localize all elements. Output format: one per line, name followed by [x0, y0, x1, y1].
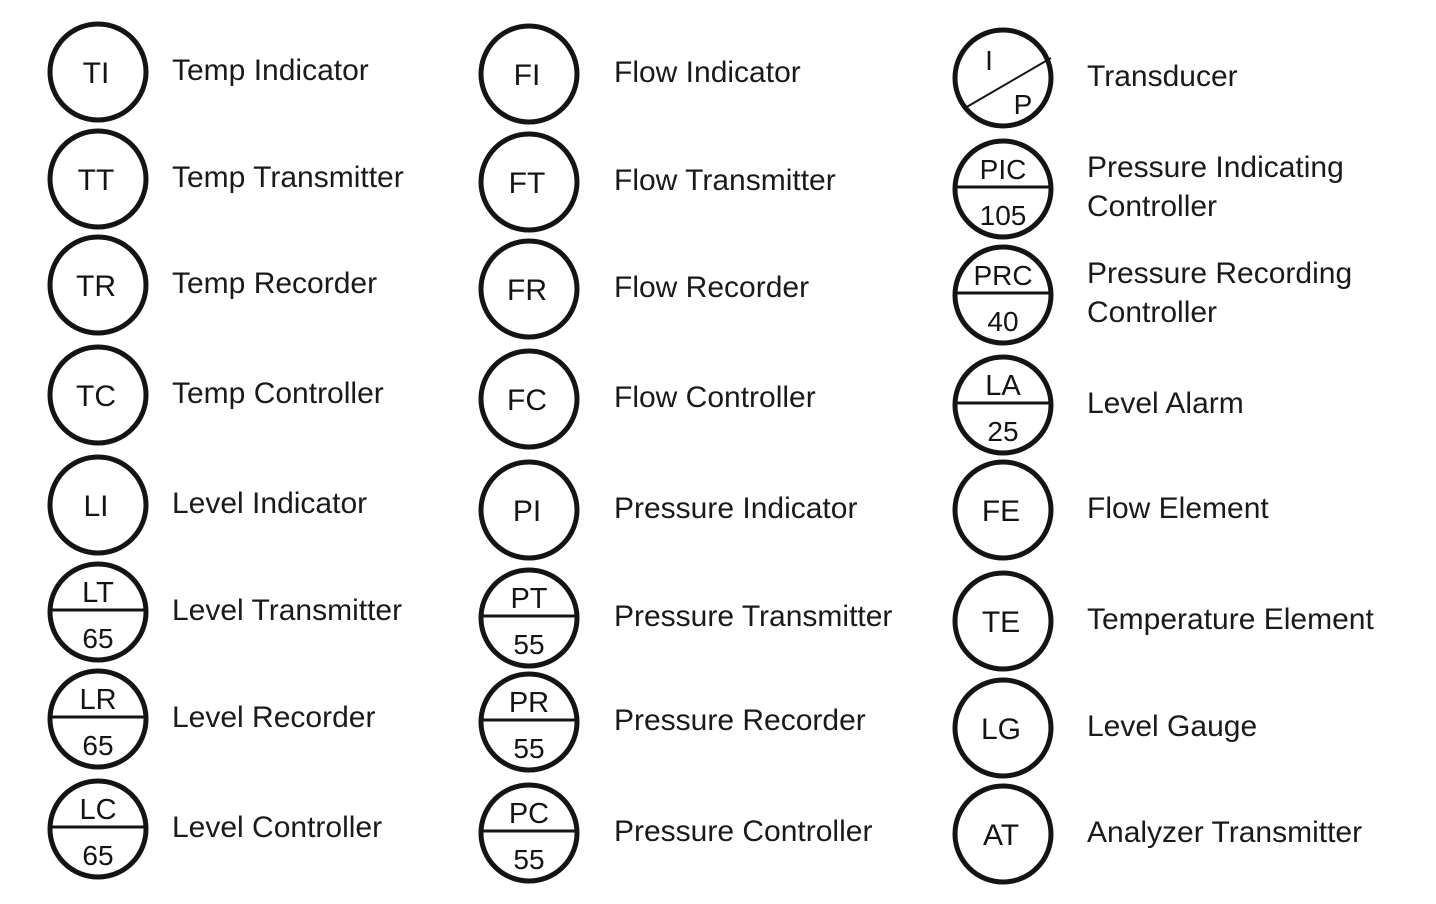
input-signal-label: I — [985, 45, 993, 76]
instrument-symbol-at: AT — [951, 782, 1055, 886]
output-signal-label: P — [1014, 89, 1033, 120]
instrument-symbol-fr: FR — [477, 237, 581, 341]
instrument-symbol-pic: PIC 105 — [951, 137, 1055, 241]
instrument-description: Temp Controller — [172, 376, 384, 410]
instrument-description: Flow Transmitter — [614, 163, 836, 197]
loop-number: 65 — [82, 840, 113, 871]
instrument-description: Analyzer Transmitter — [1087, 815, 1363, 849]
loop-number: 40 — [987, 306, 1018, 337]
instrument-description: Flow Indicator — [614, 55, 801, 89]
loop-number: 65 — [82, 623, 113, 654]
instrument-tag: PI — [513, 495, 541, 528]
instrument-tag: TC — [76, 380, 116, 413]
instrument-symbol-pr: PR 55 — [477, 670, 581, 774]
instrument-tag: PIC — [980, 154, 1027, 185]
instrument-symbol-lg: LG — [951, 676, 1055, 780]
loop-number: 65 — [82, 730, 113, 761]
instrument-description: Pressure Indicating Controller — [1087, 151, 1344, 223]
instrument-symbol-fi: FI — [477, 22, 581, 126]
instrument-description: Temp Recorder — [172, 266, 378, 300]
instrument-description: Level Alarm — [1087, 386, 1244, 420]
instrument-description: Pressure Indicator — [614, 491, 858, 525]
instrument-tag: PC — [509, 798, 549, 830]
instrument-symbol-ti: TI — [46, 20, 150, 124]
instrument-symbol-li: LI — [46, 453, 150, 557]
loop-number: 25 — [987, 416, 1018, 447]
loop-number: 55 — [513, 629, 544, 660]
instrument-tag: FC — [507, 384, 547, 417]
instrument-tag: TT — [78, 164, 115, 197]
instrument-symbol-lt: LT 65 — [46, 560, 150, 664]
instrument-tag: TE — [982, 606, 1020, 639]
instrument-tag: LG — [981, 713, 1021, 746]
instrument-description: Level Controller — [172, 810, 383, 844]
instrument-description: Level Gauge — [1087, 709, 1258, 743]
instrument-tag: PR — [509, 687, 549, 719]
instrument-symbol-lc: LC 65 — [46, 777, 150, 881]
loop-number: 55 — [513, 733, 544, 764]
instrument-symbol-pi: PI — [477, 458, 581, 562]
instrument-symbol-i: IP — [951, 26, 1055, 130]
instrument-description: Transducer — [1087, 59, 1238, 93]
instrument-tag: LR — [79, 684, 116, 716]
instrument-symbol-fc: FC — [477, 347, 581, 451]
instrument-description: Pressure Recorder — [614, 703, 866, 737]
instrument-tag: FE — [982, 495, 1020, 528]
instrument-symbol-pt: PT 55 — [477, 566, 581, 670]
instrument-description: Level Transmitter — [172, 593, 403, 627]
instrument-tag: LI — [83, 490, 108, 523]
instrument-symbol-la: LA 25 — [951, 353, 1055, 457]
instrument-tag: TR — [76, 270, 116, 303]
instrument-symbol-te: TE — [951, 569, 1055, 673]
instrument-description: Level Recorder — [172, 700, 376, 734]
instrument-description: Flow Recorder — [614, 270, 810, 304]
instrument-tag: FI — [514, 59, 541, 92]
instrument-description: Level Indicator — [172, 486, 368, 520]
instrument-tag: PRC — [973, 260, 1032, 291]
instrument-tag: LC — [79, 794, 116, 826]
instrument-symbol-fe: FE — [951, 458, 1055, 562]
instrument-circle — [952, 27, 1054, 129]
instrument-tag: FT — [509, 167, 546, 200]
instrument-symbol-tt: TT — [46, 127, 150, 231]
instrument-description: Flow Element — [1087, 491, 1269, 525]
instrument-description: Flow Controller — [614, 380, 816, 414]
instrument-description: Pressure Controller — [614, 814, 873, 848]
instrument-tag: AT — [983, 819, 1019, 852]
loop-number: 55 — [513, 844, 544, 875]
instrument-description: Pressure Transmitter — [614, 599, 893, 633]
instrument-tag: TI — [83, 57, 110, 90]
loop-number: 105 — [980, 200, 1027, 231]
instrument-symbol-pc: PC 55 — [477, 781, 581, 885]
instrument-tag: PT — [510, 583, 547, 615]
instrument-description: Temp Transmitter — [172, 160, 404, 194]
instrument-description: Temp Indicator — [172, 53, 369, 87]
instrument-symbol-prc: PRC 40 — [951, 243, 1055, 347]
instrument-symbol-ft: FT — [477, 130, 581, 234]
instrument-symbol-lr: LR 65 — [46, 667, 150, 771]
instrument-description: Temperature Element — [1087, 602, 1374, 636]
instrument-description: Pressure Recording Controller — [1087, 257, 1353, 329]
instrument-tag: LT — [82, 577, 114, 609]
instrument-symbol-tr: TR — [46, 233, 150, 337]
instrument-tag: LA — [985, 370, 1021, 402]
instrument-symbol-tc: TC — [46, 343, 150, 447]
instrument-tag: FR — [507, 274, 547, 307]
